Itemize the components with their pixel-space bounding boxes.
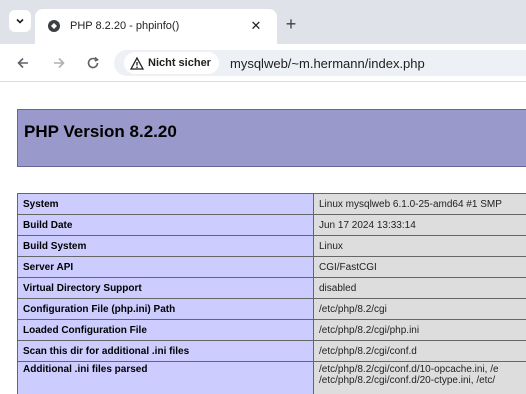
row-value-line: /etc/php/8.2/cgi/conf.d/10-opcache.ini, … [319, 364, 499, 375]
arrow-left-icon [17, 57, 28, 69]
table-row: Build Date Jun 17 2024 13:33:14 [17, 214, 526, 236]
table-row: Additional .ini files parsed /etc/php/8.… [17, 361, 526, 394]
tab-search-button[interactable] [9, 10, 31, 32]
row-label: Build Date [17, 214, 314, 236]
page-title: PHP Version 8.2.20 [24, 122, 177, 141]
forward-button[interactable] [50, 54, 68, 72]
chevron-down-icon [16, 18, 24, 24]
phpinfo-table: System Linux mysqlweb 6.1.0-25-amd64 #1 … [17, 193, 526, 394]
php-version-header: PHP Version 8.2.20 [17, 109, 526, 167]
table-row: Server API CGI/FastCGI [17, 256, 526, 278]
globe-icon [48, 20, 60, 32]
row-label: Virtual Directory Support [17, 277, 314, 299]
row-value: /etc/php/8.2/cgi [313, 298, 526, 320]
url-text: mysqlweb/~m.hermann/index.php [230, 56, 425, 71]
row-value: /etc/php/8.2/cgi/php.ini [313, 319, 526, 341]
table-row: Scan this dir for additional .ini files … [17, 340, 526, 362]
tab-title: PHP 8.2.20 - phpinfo() [70, 20, 180, 32]
row-label: Server API [17, 256, 314, 278]
row-value: Linux [313, 235, 526, 257]
new-tab-button[interactable]: + [282, 13, 300, 34]
row-label: Additional .ini files parsed [17, 361, 314, 394]
table-row: Configuration File (php.ini) Path /etc/p… [17, 298, 526, 320]
row-label: Configuration File (php.ini) Path [17, 298, 314, 320]
close-tab-icon[interactable]: ✕ [247, 17, 265, 35]
row-value: /etc/php/8.2/cgi/conf.d/10-opcache.ini, … [313, 361, 526, 394]
row-label: Build System [17, 235, 314, 257]
row-label: Scan this dir for additional .ini files [17, 340, 314, 362]
reload-icon [87, 56, 99, 69]
row-value: Jun 17 2024 13:33:14 [313, 214, 526, 236]
row-label: System [17, 193, 314, 215]
warning-icon [130, 56, 144, 70]
back-button[interactable] [14, 54, 32, 72]
address-bar[interactable]: Nicht sicher mysqlweb/~m.hermann/index.p… [114, 50, 526, 76]
table-row: Build System Linux [17, 235, 526, 257]
page-content: PHP Version 8.2.20 System Linux mysqlweb… [0, 82, 526, 394]
tab-strip: PHP 8.2.20 - phpinfo() ✕ + [0, 0, 526, 44]
security-chip[interactable]: Nicht sicher [124, 52, 219, 74]
row-label: Loaded Configuration File [17, 319, 314, 341]
row-value: disabled [313, 277, 526, 299]
table-row: System Linux mysqlweb 6.1.0-25-amd64 #1 … [17, 193, 526, 215]
table-row: Virtual Directory Support disabled [17, 277, 526, 299]
row-value-line: /etc/php/8.2/cgi/conf.d/20-ctype.ini, /e… [319, 375, 496, 386]
reload-button[interactable] [84, 54, 102, 72]
plus-icon: + [285, 13, 297, 34]
active-tab[interactable]: PHP 8.2.20 - phpinfo() ✕ [35, 9, 277, 44]
browser-toolbar: Nicht sicher mysqlweb/~m.hermann/index.p… [0, 44, 526, 82]
row-value: /etc/php/8.2/cgi/conf.d [313, 340, 526, 362]
row-value: Linux mysqlweb 6.1.0-25-amd64 #1 SMP [313, 193, 526, 215]
row-value: CGI/FastCGI [313, 256, 526, 278]
table-row: Loaded Configuration File /etc/php/8.2/c… [17, 319, 526, 341]
security-chip-label: Nicht sicher [148, 57, 211, 69]
arrow-right-icon [54, 57, 65, 69]
